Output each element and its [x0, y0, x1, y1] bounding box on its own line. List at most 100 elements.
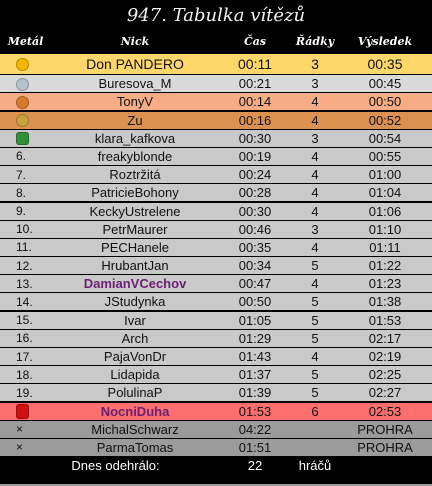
row-result: PROHRA — [357, 421, 413, 437]
table-row: Zu 00:16 4 00:52 — [0, 111, 432, 129]
row-medal: 10. — [16, 222, 33, 237]
row-nick: Don PANDERO — [86, 56, 184, 72]
table-row: Don PANDERO 00:11 3 00:35 — [0, 54, 432, 74]
row-medal: 11. — [16, 240, 32, 255]
row-nick: Buresova_M — [98, 76, 172, 92]
table-row: Buresova_M 00:21 3 00:45 — [0, 75, 432, 93]
row-medal: 12. — [16, 258, 33, 273]
table-row: 17. PajaVonDr 01:43 4 02:19 — [0, 348, 432, 365]
row-result: 01:11 — [369, 239, 401, 255]
row-time: 00:47 — [238, 276, 272, 292]
row-time: 01:37 — [238, 367, 272, 383]
row-medal — [0, 131, 45, 146]
row-rows: 5 — [311, 367, 319, 383]
table-row: 16. Arch 01:29 5 02:17 — [0, 329, 432, 347]
row-result: 02:27 — [368, 385, 402, 401]
row-result: 00:35 — [367, 56, 403, 72]
footer-label: Dnes odehrálo: — [71, 458, 160, 474]
row-rows: 6 — [311, 403, 319, 419]
row-time: 00:34 — [238, 258, 272, 274]
table-row: 8. PatricieBohony 00:28 4 01:04 — [0, 184, 432, 202]
footer: Dnes odehrálo: 22 hráčů — [0, 457, 432, 475]
row-medal — [0, 57, 45, 72]
row-result: 00:45 — [368, 76, 402, 92]
header-rows: Řádky — [295, 35, 335, 48]
row-result: 01:00 — [368, 167, 402, 183]
table-row: NocniDuha 01:53 6 02:53 — [0, 402, 432, 420]
dino-icon — [16, 132, 29, 146]
leaderboard: 947. Tabulka vítězů Metál Nick Čas Řádky… — [0, 0, 432, 486]
table-row: × MichalSchwarz 04:22 PROHRA — [0, 420, 432, 438]
row-nick: PatricieBohony — [91, 185, 179, 201]
row-nick: PetrMaurer — [102, 221, 168, 237]
row-nick: TonyV — [116, 94, 154, 110]
table-row: 7. Roztržitá 00:24 4 01:00 — [0, 166, 432, 184]
row-nick: Zu — [127, 112, 143, 128]
row-time: 01:51 — [238, 439, 272, 455]
row-rows: 3 — [311, 130, 319, 146]
row-nick: Ivar — [124, 312, 146, 328]
row-time: 00:21 — [238, 76, 272, 92]
row-rows: 5 — [311, 330, 319, 346]
row-nick: PolulinaP — [107, 385, 163, 401]
row-medal: × — [16, 422, 24, 437]
row-result: PROHRA — [357, 439, 413, 455]
table-row: TonyV 00:14 4 00:50 — [0, 93, 432, 111]
row-time: 00:19 — [238, 148, 272, 164]
row-result: 00:52 — [368, 112, 402, 128]
row-medal — [0, 113, 45, 128]
row-nick: PECHanele — [101, 239, 169, 255]
row-medal: 7. — [16, 167, 27, 182]
row-nick: KeckyUstrelene — [89, 203, 181, 219]
row-result: 01:38 — [368, 294, 402, 310]
row-nick: DamianVCechov — [83, 276, 187, 292]
row-time: 00:16 — [238, 112, 272, 128]
row-rows: 4 — [311, 276, 319, 292]
row-rows: 4 — [311, 94, 319, 110]
row-time: 00:11 — [238, 56, 272, 72]
row-result: 01:04 — [368, 185, 402, 201]
row-rows: 5 — [311, 294, 319, 310]
row-rows: 4 — [311, 148, 319, 164]
row-rows: 4 — [311, 349, 319, 364]
row-nick: Roztržitá — [109, 167, 161, 183]
row-medal: 13. — [16, 276, 33, 291]
table-row: × ParmaTomas 01:51 PROHRA — [0, 438, 432, 456]
table-row: 12. HrubantJan 00:34 5 01:22 — [0, 257, 432, 275]
row-medal: 14. — [16, 294, 33, 309]
row-time: 01:29 — [238, 330, 272, 346]
row-result: 02:25 — [368, 367, 402, 383]
row-nick: ParmaTomas — [96, 439, 174, 455]
row-rows: 3 — [311, 221, 319, 237]
row-time: 00:28 — [238, 185, 272, 201]
row-time: 01:53 — [238, 403, 272, 419]
row-medal — [0, 77, 45, 91]
table-row: 9. KeckyUstrelene 00:30 4 01:06 — [0, 202, 432, 220]
red-marker-icon — [16, 403, 29, 419]
column-headers: Metál Nick Čas Řádky Výsledek — [0, 29, 432, 54]
header-time: Čas — [243, 35, 267, 48]
row-rows: 5 — [311, 385, 319, 401]
row-time: 00:24 — [238, 167, 272, 183]
row-time: 01:05 — [238, 312, 272, 328]
row-medal: 6. — [16, 149, 27, 164]
table-row: klara_kafkova 00:30 3 00:54 — [0, 129, 432, 147]
footer-count: 22 — [247, 458, 263, 474]
row-result: 02:17 — [368, 330, 402, 346]
leaderboard-title: 947. Tabulka vítězů — [126, 5, 306, 26]
row-time: 01:43 — [238, 349, 272, 364]
row-result: 01:06 — [368, 203, 402, 219]
row-time: 00:35 — [238, 239, 272, 255]
row-rows: 4 — [311, 185, 319, 201]
row-nick: HrubantJan — [101, 258, 169, 274]
header-nick: Nick — [120, 35, 150, 48]
row-rows: 4 — [311, 167, 319, 183]
row-medal: 19. — [16, 385, 33, 400]
row-medal: 15. — [16, 313, 33, 328]
row-nick: freakyblonde — [97, 148, 173, 164]
row-medal — [0, 95, 45, 110]
table-row: 13. DamianVCechov 00:47 4 01:23 — [0, 275, 432, 293]
row-medal: 16. — [16, 331, 33, 346]
row-rows: 4 — [311, 239, 319, 255]
row-time: 01:39 — [238, 385, 272, 401]
